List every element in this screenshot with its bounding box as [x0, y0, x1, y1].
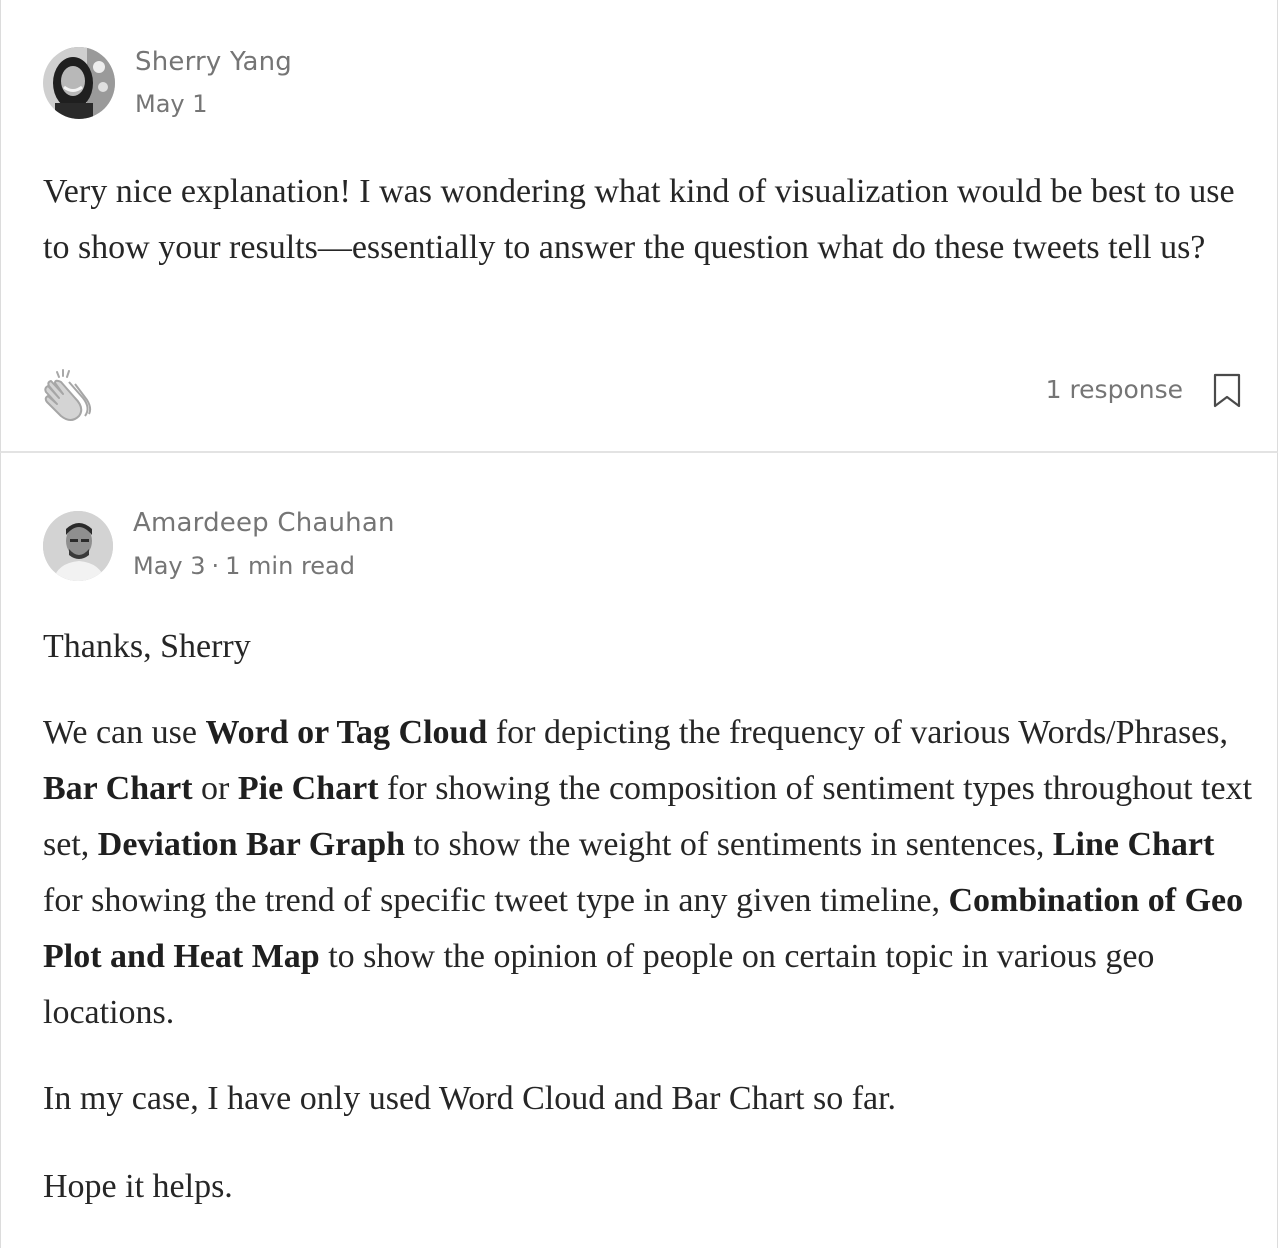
- author-name[interactable]: Amardeep Chauhan: [133, 508, 395, 538]
- main-text-segment: to show the weight of sentiments in sent…: [405, 826, 1053, 863]
- main-text-segment: or: [192, 770, 238, 807]
- bold-term: Line Chart: [1052, 826, 1215, 863]
- avatar[interactable]: [39, 507, 113, 581]
- main-paragraph: We can use Word or Tag Cloud for depicti…: [43, 705, 1255, 1041]
- comment-text: Very nice explanation! I was wondering w…: [43, 173, 1235, 266]
- post-date[interactable]: May 1: [135, 89, 292, 119]
- bold-term: Word or Tag Cloud: [205, 714, 488, 751]
- responses-link[interactable]: 1 response: [1046, 373, 1183, 407]
- read-time: 1 min read: [225, 551, 355, 580]
- meta-separator: ·: [211, 551, 220, 580]
- author-meta: Sherry Yang May 1: [135, 47, 292, 119]
- clap-icon[interactable]: [41, 368, 93, 422]
- author-row: Amardeep Chauhan May 3 · 1 min read: [39, 507, 395, 581]
- closing-paragraph: Hope it helps.: [43, 1168, 233, 1205]
- author-meta: Amardeep Chauhan May 3 · 1 min read: [133, 508, 395, 581]
- bold-term: Deviation Bar Graph: [97, 826, 406, 863]
- avatar-photo: [43, 47, 115, 119]
- bookmark-icon[interactable]: [1212, 372, 1242, 410]
- comment-card-sherry: Sherry Yang May 1 Very nice explanation!…: [0, 0, 1278, 453]
- author-name[interactable]: Sherry Yang: [135, 47, 292, 77]
- avatar[interactable]: [39, 43, 119, 123]
- main-text-segment: for showing the trend of specific tweet …: [43, 882, 949, 919]
- author-row: Sherry Yang May 1: [39, 43, 292, 123]
- main-text-segment: for depicting the frequency of various W…: [487, 714, 1229, 751]
- main-text-segment: We can use: [43, 714, 206, 751]
- comment-card-amardeep: Amardeep Chauhan May 3 · 1 min read Thanks…: [0, 453, 1278, 1248]
- avatar-photo: [43, 511, 113, 581]
- greeting-paragraph: Thanks, Sherry: [43, 628, 251, 665]
- post-date[interactable]: May 3: [133, 552, 206, 580]
- bold-term: Pie Chart: [237, 770, 379, 807]
- case-paragraph: In my case, I have only used Word Cloud …: [43, 1080, 897, 1117]
- post-meta: May 3 · 1 min read: [133, 551, 395, 581]
- bold-term: Bar Chart: [43, 770, 193, 807]
